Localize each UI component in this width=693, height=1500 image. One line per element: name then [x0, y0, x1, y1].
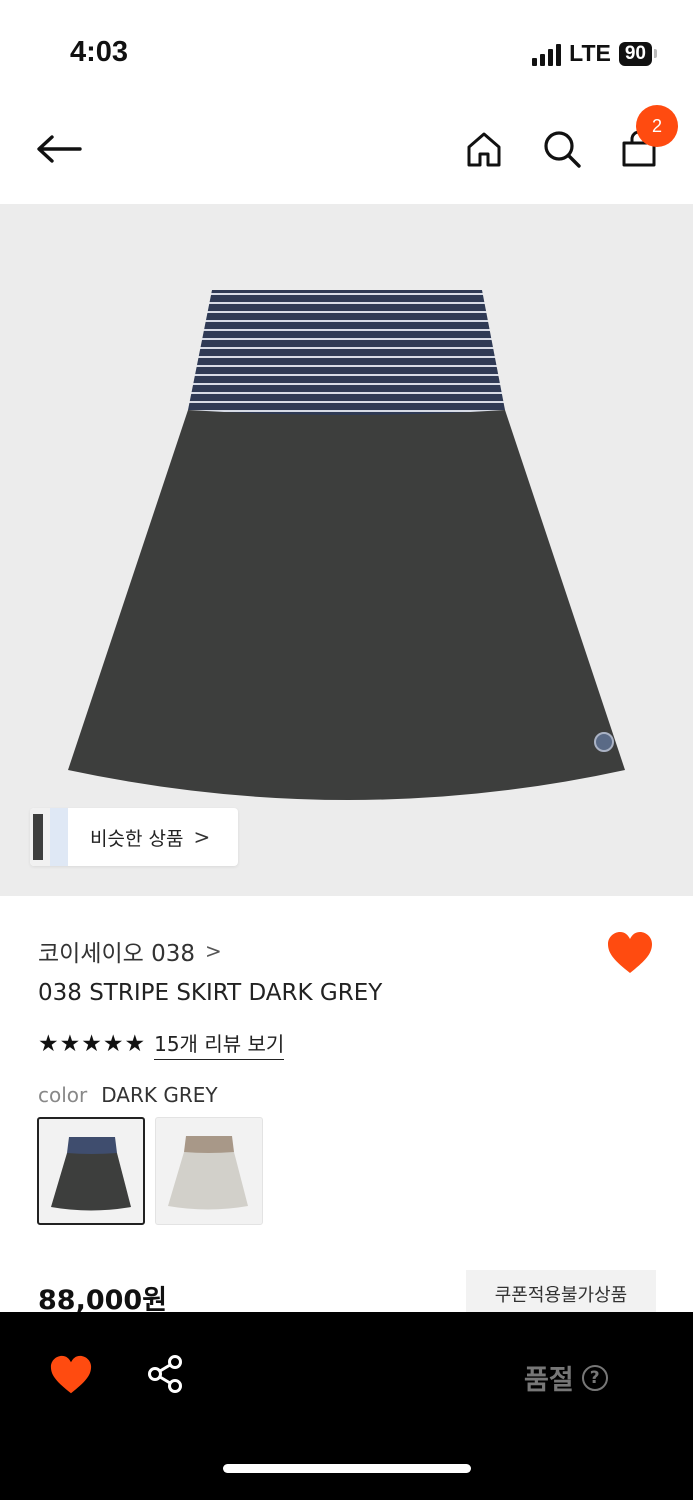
similar-products-label: 비슷한 상품 — [90, 827, 184, 850]
arrow-left-icon — [37, 135, 82, 163]
share-button[interactable] — [146, 1354, 186, 1394]
back-button[interactable] — [34, 124, 84, 174]
home-icon — [467, 132, 501, 167]
sold-out-label: 품절 — [524, 1365, 574, 1396]
home-indicator[interactable] — [223, 1464, 471, 1473]
color-label: color — [38, 1083, 88, 1107]
sold-out-status: 품절 ? — [524, 1358, 608, 1397]
coupon-notice-badge: 쿠폰적용불가상품 — [466, 1270, 656, 1318]
chevron-right-icon: > — [205, 939, 222, 963]
bottom-action-bar: 품절 ? — [0, 1312, 693, 1500]
status-indicators: LTE 90 — [532, 40, 657, 67]
reviews-link[interactable]: 15개 리뷰 보기 — [154, 1028, 285, 1060]
top-nav — [0, 100, 693, 204]
rating-row: ★★★★★ 15개 리뷰 보기 — [38, 1028, 285, 1060]
chevron-right-icon: > — [193, 825, 211, 849]
wishlist-button[interactable] — [605, 930, 655, 980]
color-option-row: color DARK GREY — [38, 1083, 218, 1107]
heart-icon — [50, 1355, 92, 1394]
search-button[interactable] — [537, 124, 587, 174]
similar-products-button[interactable]: 비슷한 상품 > — [30, 808, 238, 866]
search-icon — [544, 131, 581, 168]
wishlist-bottom-button[interactable] — [48, 1354, 94, 1396]
status-bar: 4:03 LTE 90 — [0, 0, 693, 100]
share-icon — [148, 1355, 182, 1393]
color-swatch-dark-grey[interactable] — [37, 1117, 145, 1225]
product-title: 038 STRIPE SKIRT DARK GREY — [38, 980, 383, 1006]
selected-color-value: DARK GREY — [101, 1083, 218, 1107]
status-time: 4:03 — [70, 36, 129, 68]
color-swatch-light-grey[interactable] — [155, 1117, 263, 1225]
brand-link[interactable]: 코이세이오 038 > — [38, 934, 222, 968]
product-image-gallery[interactable]: 비슷한 상품 > — [0, 204, 693, 896]
battery-level: 90 — [618, 41, 652, 66]
cart-count-badge: 2 — [636, 105, 678, 147]
star-rating: ★★★★★ — [38, 1031, 147, 1057]
signal-icon — [532, 42, 562, 66]
brand-name: 코이세이오 038 — [38, 941, 196, 967]
similar-product-thumbnail — [30, 808, 68, 866]
network-type: LTE — [569, 40, 611, 66]
battery-icon: 90 — [618, 41, 657, 66]
heart-icon — [608, 932, 652, 973]
home-button[interactable] — [459, 124, 509, 174]
product-photo — [68, 290, 625, 800]
help-icon[interactable]: ? — [581, 1364, 608, 1391]
